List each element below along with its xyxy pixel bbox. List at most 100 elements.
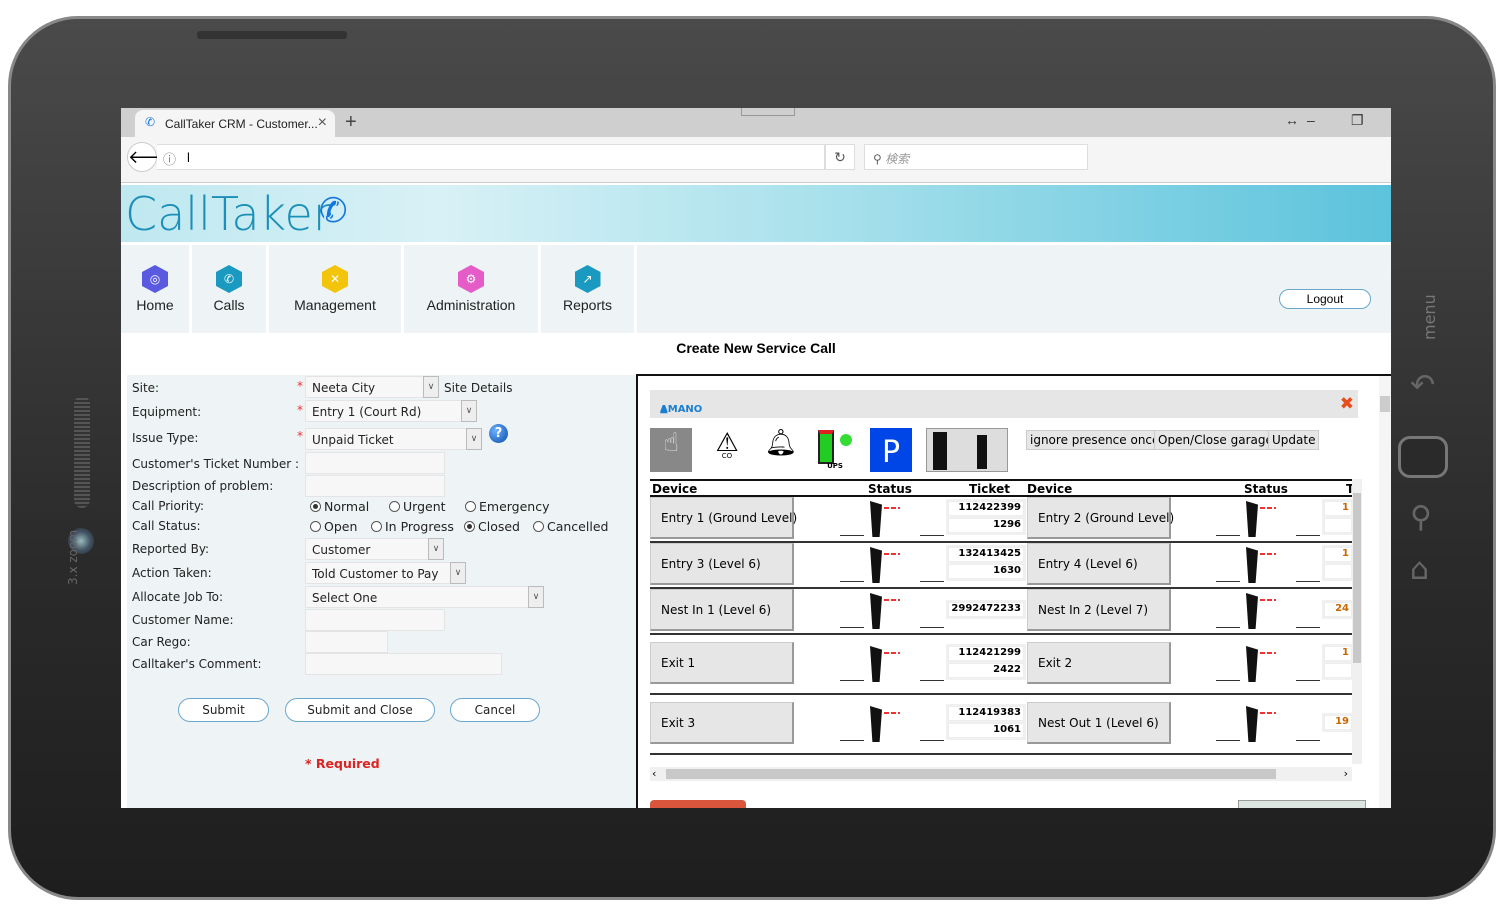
chevron-down-icon: ∨ <box>423 376 439 398</box>
cancel-button[interactable]: Cancel <box>450 698 540 722</box>
open-close-garage-button[interactable]: Open/Close garage <box>1154 430 1277 450</box>
ticket-count: 24 <box>1324 602 1352 617</box>
resize-icon[interactable]: ↔ <box>1285 112 1299 128</box>
ticket-number-input[interactable] <box>305 452 445 474</box>
nav-administration[interactable]: ⚙ Administration <box>404 245 538 333</box>
site-select[interactable]: Neeta City ∨ <box>305 376 439 398</box>
status-cancelled-radio[interactable]: Cancelled <box>533 519 608 534</box>
nav-calls[interactable]: ✆ Calls <box>192 245 266 333</box>
reload-button[interactable]: ↻ <box>825 144 855 170</box>
action-taken-value: Told Customer to Pay <box>312 567 439 581</box>
new-tab-button[interactable]: + <box>345 111 357 134</box>
submit-close-button[interactable]: Submit and Close <box>285 698 435 722</box>
fire-alarm-icon[interactable]: ☝ <box>650 428 692 472</box>
gate-overview-icon[interactable] <box>926 428 1008 472</box>
close-icon[interactable]: ✖ <box>1340 394 1354 414</box>
search-placeholder: 検索 <box>885 152 910 166</box>
device-button[interactable]: Entry 3 (Level 6) <box>650 543 794 585</box>
chart-icon: ↗ <box>574 265 601 293</box>
car-rego-label: Car Rego: <box>132 635 191 649</box>
gear-icon: ⚙ <box>458 265 484 293</box>
action-taken-select[interactable]: Told Customer to Pay ∨ <box>305 562 466 584</box>
ups-battery-icon[interactable]: UPS <box>814 428 856 472</box>
update-button[interactable]: Update <box>1268 430 1320 450</box>
ticket-count: 1 <box>1324 547 1352 562</box>
minimize-icon[interactable]: – <box>1307 112 1315 128</box>
status-inprogress-radio[interactable]: In Progress <box>371 519 454 534</box>
drag-handle[interactable] <box>741 108 795 116</box>
device-table-header: Device Status Ticket Device Status T <box>650 479 1354 497</box>
ticket-count: 112422399 <box>948 501 1024 516</box>
ticket-count: 2422 <box>948 663 1024 678</box>
back-button[interactable]: 🡐 <box>127 142 176 172</box>
barrier-status-icon <box>800 543 950 587</box>
ignore-presence-button[interactable]: ignore presence once <box>1026 430 1164 450</box>
device-table: Entry 1 (Ground Level) 112422399 1296 Entr… <box>650 497 1352 767</box>
browser-tab[interactable]: ✆ CallTaker CRM - Customer... × <box>135 110 335 137</box>
submit-button[interactable]: Submit <box>178 698 269 722</box>
amano-header: ▲ AMANO ✖ <box>650 390 1358 418</box>
ticket-count: 1061 <box>948 723 1024 738</box>
customer-name-input[interactable] <box>305 609 445 631</box>
equipment-value: Entry 1 (Court Rd) <box>312 405 422 419</box>
priority-emergency-radio[interactable]: Emergency <box>465 499 550 514</box>
search-hw-icon[interactable]: ⚲ <box>1410 500 1432 535</box>
device-button[interactable]: Exit 1 <box>650 642 794 684</box>
table-vscrollbar[interactable] <box>1352 479 1362 764</box>
chevron-down-icon: ∨ <box>461 400 477 422</box>
home-hw-button[interactable] <box>1398 436 1448 478</box>
parking-icon[interactable]: P <box>870 428 912 472</box>
device-button[interactable]: Exit 3 <box>650 702 794 744</box>
allocate-select[interactable]: Select One ∨ <box>305 586 544 608</box>
restore-icon[interactable]: ❐ <box>1351 112 1364 129</box>
panel-scrollbar[interactable] <box>1379 376 1391 808</box>
status-open-radio[interactable]: Open <box>310 519 357 534</box>
issue-type-select[interactable]: Unpaid Ticket ∨ <box>305 428 482 450</box>
address-bar: 🡐 ⓘ l ↻ ⚲ 検索 <box>121 137 1391 183</box>
col-ticket: Ticket <box>969 482 1010 496</box>
col-device: Device <box>652 482 698 496</box>
url-input[interactable]: ⓘ l <box>157 144 825 170</box>
device-button[interactable]: Entry 1 (Ground Level) <box>650 497 797 539</box>
ticket-count <box>1324 663 1352 678</box>
back-hw-icon[interactable]: ↶ <box>1410 368 1435 403</box>
car-rego-input[interactable] <box>305 631 388 653</box>
main-nav: ◎ Home ✆ Calls ✕ Management ⚙ Administration… <box>121 245 1391 333</box>
description-input[interactable] <box>305 475 445 497</box>
nav-home[interactable]: ◎ Home <box>121 245 189 333</box>
nav-label: Calls <box>213 297 245 313</box>
site-details-link[interactable]: Site Details <box>444 381 512 395</box>
device-button[interactable]: Nest In 1 (Level 6) <box>650 589 794 631</box>
site-value: Neeta City <box>312 381 376 395</box>
page-title: Create New Service Call <box>676 340 836 356</box>
device-button[interactable]: Nest In 2 (Level 7) <box>1027 589 1171 631</box>
nav-label: Home <box>136 297 174 313</box>
power-button <box>197 31 347 39</box>
close-tab-icon[interactable]: × <box>318 114 327 132</box>
device-button[interactable]: Nest Out 1 (Level 6) <box>1027 702 1171 744</box>
priority-normal-radio[interactable]: Normal <box>310 499 369 514</box>
help-icon[interactable]: ? <box>489 424 508 443</box>
home-hw-icon[interactable]: ⌂ <box>1410 552 1429 587</box>
priority-urgent-radio[interactable]: Urgent <box>389 499 446 514</box>
partial-button[interactable] <box>650 800 746 808</box>
reported-by-select[interactable]: Customer ∨ <box>305 538 444 560</box>
app-logo: CallTaker <box>125 187 332 241</box>
bell-icon[interactable]: 🔔︎ <box>760 428 802 472</box>
nav-label: Administration <box>426 297 516 313</box>
device-button[interactable]: Exit 2 <box>1027 642 1171 684</box>
co-warning-icon[interactable]: ⚠ CO <box>706 428 748 472</box>
logout-button[interactable]: Logout <box>1279 289 1371 309</box>
nav-management[interactable]: ✕ Management <box>269 245 401 333</box>
partial-panel <box>1238 800 1366 808</box>
comment-input[interactable] <box>305 653 502 675</box>
status-closed-radio[interactable]: Closed <box>464 519 520 534</box>
table-hscrollbar[interactable]: ‹ › <box>650 767 1352 781</box>
search-input[interactable]: ⚲ 検索 <box>864 144 1088 170</box>
device-button[interactable]: Entry 2 (Ground Level) <box>1027 497 1174 539</box>
device-button[interactable]: Entry 4 (Level 6) <box>1027 543 1171 585</box>
action-taken-label: Action Taken: <box>132 566 212 580</box>
nav-reports[interactable]: ↗ Reports <box>541 245 634 333</box>
equipment-select[interactable]: Entry 1 (Court Rd) ∨ <box>305 400 477 422</box>
browser-window: ✆ CallTaker CRM - Customer... × + ↔ – ❐ … <box>121 108 1391 808</box>
